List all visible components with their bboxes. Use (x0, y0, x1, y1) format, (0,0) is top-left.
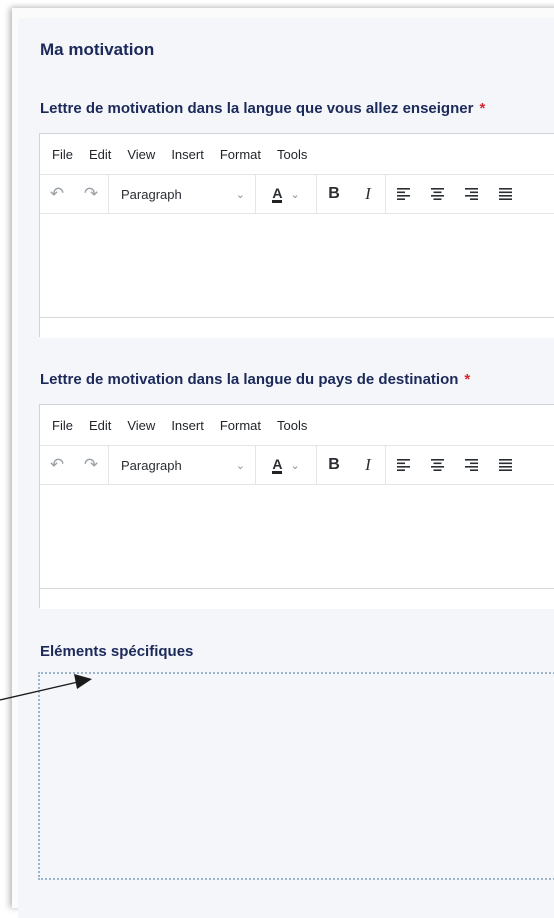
chevron-down-icon: ⌄ (235, 188, 245, 201)
chevron-down-icon: ⌄ (290, 459, 300, 472)
text-color-button[interactable]: A ⌄ (256, 446, 316, 484)
italic-button[interactable]: I (351, 175, 385, 213)
menu-view[interactable]: View (127, 147, 155, 162)
italic-button[interactable]: I (351, 446, 385, 484)
menu-format[interactable]: Format (220, 147, 261, 162)
chevron-down-icon: ⌄ (235, 459, 245, 472)
align-justify-icon[interactable] (488, 175, 522, 213)
text-color-icon: A (272, 455, 283, 474)
menu-tools[interactable]: Tools (277, 418, 307, 433)
align-center-icon[interactable] (420, 446, 454, 484)
align-right-icon[interactable] (454, 446, 488, 484)
menu-insert[interactable]: Insert (171, 418, 204, 433)
menu-format[interactable]: Format (220, 418, 261, 433)
menu-insert[interactable]: Insert (171, 147, 204, 162)
text-color-icon: A (272, 184, 283, 203)
arrow-icon (0, 674, 92, 701)
required-mark: * (479, 100, 486, 117)
bold-button[interactable]: B (317, 175, 351, 213)
text-color-button[interactable]: A ⌄ (256, 175, 316, 213)
menu-tools[interactable]: Tools (277, 147, 307, 162)
align-justify-icon[interactable] (488, 446, 522, 484)
chevron-down-icon: ⌄ (290, 188, 300, 201)
menu-view[interactable]: View (127, 418, 155, 433)
align-center-icon[interactable] (420, 175, 454, 213)
required-mark: * (464, 371, 471, 388)
bold-button[interactable]: B (317, 446, 351, 484)
block-format-value: Paragraph (121, 186, 182, 202)
block-format-select[interactable]: Paragraph ⌄ (109, 446, 255, 484)
block-format-value: Paragraph (121, 457, 182, 473)
align-right-icon[interactable] (454, 175, 488, 213)
align-left-icon[interactable] (386, 446, 420, 484)
block-format-select[interactable]: Paragraph ⌄ (109, 175, 255, 213)
align-left-icon[interactable] (386, 175, 420, 213)
